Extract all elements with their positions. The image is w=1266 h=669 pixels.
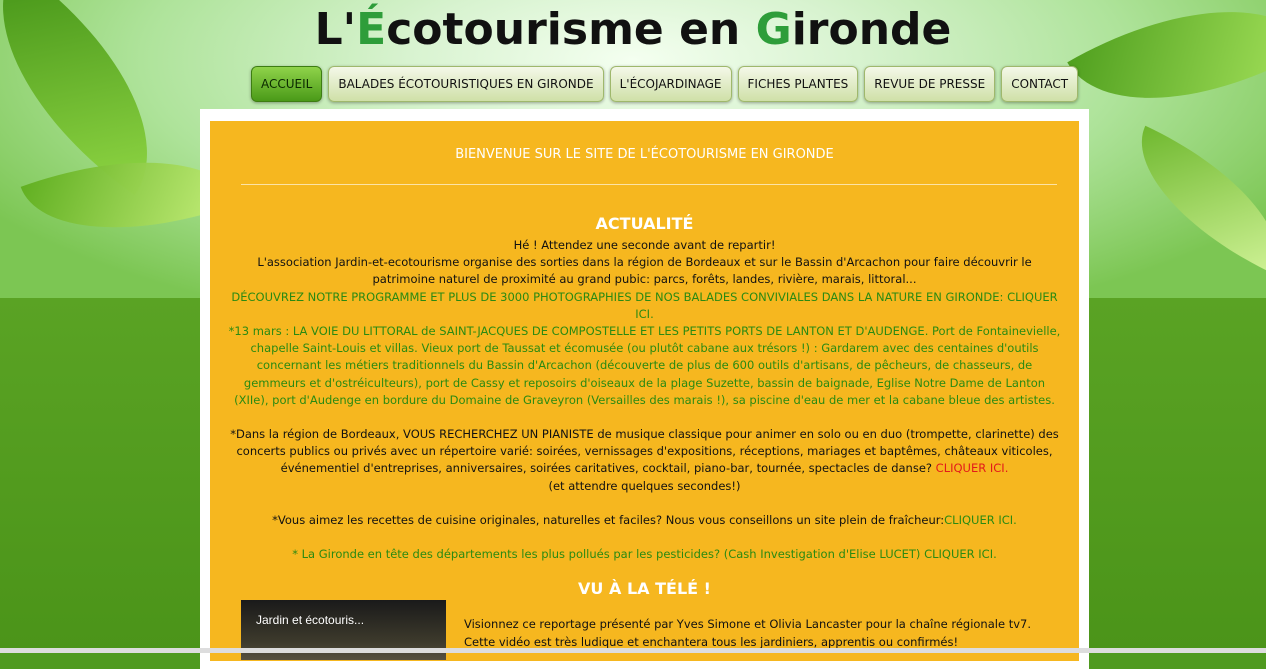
pianist-text: événementiel d'entreprises, anniversaire… xyxy=(280,461,933,476)
main-nav: ACCUEIL BALADES ÉCOTOURISTIQUES EN GIRON… xyxy=(251,66,1079,102)
news-wait: Hé ! Attendez une seconde avant de repar… xyxy=(513,238,776,252)
title-end: ironde xyxy=(791,4,952,55)
title-prefix: L' xyxy=(314,4,357,55)
welcome-heading: BIENVENUE SUR LE SITE DE L'ÉCOTOURISME E… xyxy=(455,147,834,162)
outing-line: gemmeurs et d'ostréiculteurs), port de C… xyxy=(243,375,1046,390)
title-letter-e: É xyxy=(356,4,387,55)
nav-contact[interactable]: CONTACT xyxy=(1001,66,1079,102)
video-description: Visionnez ce reportage présenté par Yves… xyxy=(464,616,1064,651)
news-assoc-line: patrimoine naturel de proximité au grand… xyxy=(372,272,917,287)
nav-accueil[interactable]: ACCUEIL xyxy=(251,66,323,102)
nav-ecojardinage[interactable]: L'ÉCOJARDINAGE xyxy=(609,66,732,102)
divider xyxy=(241,184,1057,185)
tv-heading: VU À LA TÉLÉ ! xyxy=(578,579,711,598)
outing-line: concernant les métiers traditionnels du … xyxy=(256,358,1033,373)
nav-balades[interactable]: BALADES ÉCOTOURISTIQUES EN GIRONDE xyxy=(328,66,604,102)
video-title[interactable]: Jardin et écotouris... xyxy=(256,613,364,627)
pianist-line: (et attendre quelques secondes!) xyxy=(548,478,741,493)
pianist-line: événementiel d'entreprises, anniversaire… xyxy=(224,460,1065,477)
site-title[interactable]: L'Écotourisme en Gironde xyxy=(0,4,1266,55)
pesticides-link[interactable]: * La Gironde en tête des départements le… xyxy=(224,546,1065,563)
pianist-line: *Dans la région de Bordeaux, VOUS RECHER… xyxy=(230,427,1059,442)
pianist-line: concerts publics ou privés avec un réper… xyxy=(236,444,1053,459)
news-heading: ACTUALITÉ xyxy=(595,214,694,233)
programme-link[interactable]: DÉCOUVREZ NOTRE PROGRAMME ET PLUS DE 300… xyxy=(224,289,1065,323)
outing-line: (XIIe), port d'Audenge en bordure du Dom… xyxy=(234,392,1055,407)
news-assoc-line: L'association Jardin-et-ecotourisme orga… xyxy=(257,255,1032,270)
recipes-link[interactable]: CLIQUER ICI. xyxy=(944,513,1017,527)
nav-fiches-plantes[interactable]: FICHES PLANTES xyxy=(737,66,859,102)
title-letter-g: G xyxy=(755,4,792,55)
outing-line: chapelle Saint-Louis et villas. Vieux po… xyxy=(250,341,1039,356)
title-mid: cotourisme en xyxy=(386,4,756,55)
news-section: Hé ! Attendez une seconde avant de repar… xyxy=(224,237,1065,563)
outing-line: *13 mars : LA VOIE DU LITTORAL de SAINT-… xyxy=(228,324,1061,339)
browser-status-strip xyxy=(0,648,1266,653)
nav-revue-de-presse[interactable]: REVUE DE PRESSE xyxy=(864,66,996,102)
pianist-link[interactable]: CLIQUER ICI. xyxy=(936,461,1009,475)
video-desc-line: Visionnez ce reportage présenté par Yves… xyxy=(464,617,1031,631)
recipes-line: *Vous aimez les recettes de cuisine orig… xyxy=(224,512,1065,529)
recipes-text: *Vous aimez les recettes de cuisine orig… xyxy=(272,512,945,527)
